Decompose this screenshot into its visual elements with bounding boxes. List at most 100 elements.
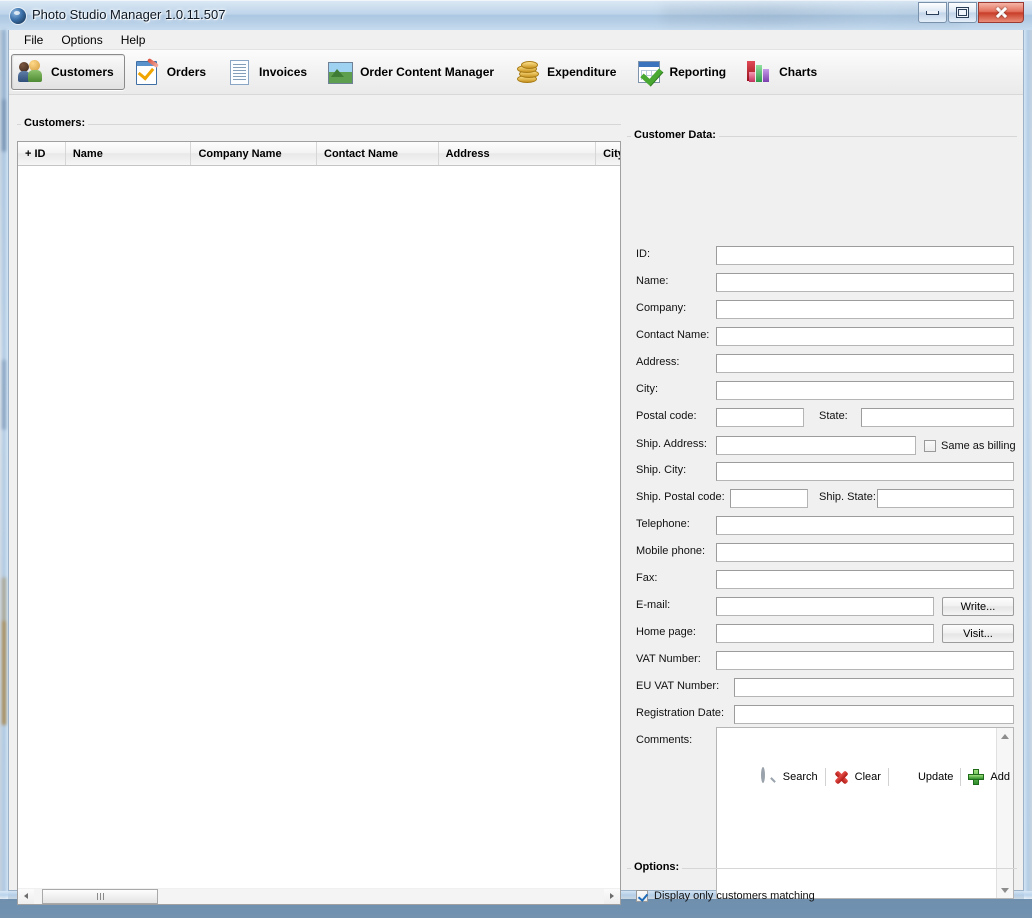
input-home-page[interactable] bbox=[716, 624, 934, 643]
column-header-name[interactable]: Name bbox=[66, 142, 192, 165]
input-id[interactable] bbox=[716, 246, 1014, 265]
toolbar-label-expenditure: Expenditure bbox=[547, 65, 617, 79]
window-border-left bbox=[0, 30, 8, 899]
toolbar-button-charts[interactable]: Charts bbox=[739, 54, 828, 90]
input-vat-number[interactable] bbox=[716, 651, 1014, 670]
label-e-mail: E-mail: bbox=[636, 599, 671, 611]
input-state[interactable] bbox=[861, 408, 1014, 427]
customers-grid[interactable]: + ID Name Company Name Contact Name Addr… bbox=[17, 141, 621, 888]
label-ship-state: Ship. State: bbox=[819, 491, 876, 503]
label-fax: Fax: bbox=[636, 572, 658, 584]
toolbar-button-orders[interactable]: Orders bbox=[127, 54, 217, 90]
maximize-icon bbox=[956, 7, 969, 18]
toolbar-label-charts: Charts bbox=[779, 65, 818, 79]
form-action-buttons: Search Clear Update Add bbox=[627, 763, 1017, 791]
input-address[interactable] bbox=[716, 354, 1014, 373]
search-icon bbox=[760, 766, 778, 786]
display-only-matching-row[interactable]: Display only customers matching bbox=[636, 886, 815, 906]
input-registration-date[interactable] bbox=[734, 705, 1014, 724]
column-header-city[interactable]: City bbox=[596, 142, 620, 165]
menu-item-options[interactable]: Options bbox=[52, 31, 111, 49]
column-header-id[interactable]: + ID bbox=[18, 142, 66, 165]
visit-homepage-button[interactable]: Visit... bbox=[942, 624, 1014, 643]
input-contact-name[interactable] bbox=[716, 327, 1014, 346]
label-contact-name: Contact Name: bbox=[636, 329, 710, 341]
toolbar-button-order-content-manager[interactable]: Order Content Manager bbox=[320, 54, 505, 90]
reporting-icon bbox=[636, 59, 664, 86]
label-registration-date: Registration Date: bbox=[636, 707, 725, 719]
column-header-company-name[interactable]: Company Name bbox=[191, 142, 318, 165]
write-email-button[interactable]: Write... bbox=[942, 597, 1014, 616]
invoices-icon bbox=[226, 59, 252, 85]
display-only-matching-checkbox[interactable] bbox=[636, 890, 648, 902]
scrollbar-track[interactable] bbox=[34, 888, 604, 904]
customers-group-title: Customers: bbox=[21, 117, 89, 129]
client-area: File Options Help Customers Orders Invoi… bbox=[8, 30, 1024, 905]
customers-grid-header: + ID Name Company Name Contact Name Addr… bbox=[18, 142, 620, 166]
scrollbar-thumb[interactable] bbox=[42, 888, 158, 904]
maximize-button[interactable] bbox=[948, 2, 977, 23]
menu-bar: File Options Help bbox=[9, 30, 1023, 50]
input-eu-vat-number[interactable] bbox=[734, 678, 1014, 697]
clear-button-label: Clear bbox=[854, 771, 881, 783]
customers-icon bbox=[18, 59, 44, 85]
label-ship-address: Ship. Address: bbox=[636, 438, 707, 450]
label-state: State: bbox=[819, 410, 848, 422]
same-as-billing-checkbox[interactable] bbox=[924, 440, 936, 452]
delete-x-icon bbox=[833, 769, 850, 786]
toolbar-button-customers[interactable]: Customers bbox=[11, 54, 125, 90]
input-postal-code[interactable] bbox=[716, 408, 804, 427]
input-city[interactable] bbox=[716, 381, 1014, 400]
label-vat-number: VAT Number: bbox=[636, 653, 701, 665]
column-header-contact-name[interactable]: Contact Name bbox=[317, 142, 439, 165]
customers-group-frame bbox=[17, 124, 621, 126]
window-title: Photo Studio Manager 1.0.11.507 bbox=[32, 7, 226, 22]
search-button[interactable]: Search bbox=[754, 765, 825, 789]
scroll-right-icon[interactable] bbox=[604, 888, 620, 904]
input-ship-state[interactable] bbox=[877, 489, 1014, 508]
toolbar-button-reporting[interactable]: Reporting bbox=[629, 54, 737, 90]
input-ship-city[interactable] bbox=[716, 462, 1014, 481]
label-home-page: Home page: bbox=[636, 626, 696, 638]
add-button[interactable]: Add bbox=[961, 765, 1017, 789]
input-ship-address[interactable] bbox=[716, 436, 916, 455]
scroll-left-icon[interactable] bbox=[18, 888, 34, 904]
toolbar-button-expenditure[interactable]: Expenditure bbox=[507, 54, 627, 90]
input-telephone[interactable] bbox=[716, 516, 1014, 535]
minimize-button[interactable] bbox=[918, 2, 947, 23]
update-button-label: Update bbox=[917, 771, 954, 783]
toolbar-button-invoices[interactable]: Invoices bbox=[219, 54, 318, 90]
label-address: Address: bbox=[636, 356, 680, 368]
options-group-frame bbox=[627, 868, 1017, 870]
input-fax[interactable] bbox=[716, 570, 1014, 589]
input-company[interactable] bbox=[716, 300, 1014, 319]
same-as-billing-row[interactable]: Same as billing bbox=[924, 436, 1016, 456]
menu-item-help[interactable]: Help bbox=[112, 31, 155, 49]
input-mobile-phone[interactable] bbox=[716, 543, 1014, 562]
customers-horizontal-scrollbar[interactable] bbox=[17, 888, 621, 905]
menu-item-file[interactable]: File bbox=[15, 31, 52, 49]
label-eu-vat-number: EU VAT Number: bbox=[636, 680, 720, 692]
close-button[interactable] bbox=[978, 2, 1024, 23]
customers-grid-body[interactable] bbox=[18, 166, 620, 888]
update-button[interactable]: Update bbox=[889, 765, 960, 789]
close-icon bbox=[995, 6, 1008, 19]
input-name[interactable] bbox=[716, 273, 1014, 292]
window-border-right bbox=[1024, 30, 1032, 899]
label-city: City: bbox=[636, 383, 658, 395]
column-header-address[interactable]: Address bbox=[439, 142, 597, 165]
scroll-up-icon[interactable] bbox=[997, 728, 1013, 744]
plus-icon bbox=[968, 768, 985, 786]
toolbar-label-reporting: Reporting bbox=[669, 65, 727, 79]
options-group-title: Options: bbox=[631, 861, 683, 873]
comments-label: Comments: bbox=[636, 734, 693, 746]
input-ship-postal-code[interactable] bbox=[730, 489, 808, 508]
label-ship-city: Ship. City: bbox=[636, 464, 687, 476]
input-e-mail[interactable] bbox=[716, 597, 934, 616]
label-mobile-phone: Mobile phone: bbox=[636, 545, 706, 557]
label-postal-code: Postal code: bbox=[636, 410, 697, 422]
clear-button[interactable]: Clear bbox=[826, 765, 888, 789]
customer-data-group-title: Customer Data: bbox=[631, 129, 719, 141]
expenditure-icon bbox=[514, 59, 540, 85]
label-ship-postal-code: Ship. Postal code: bbox=[636, 491, 725, 503]
